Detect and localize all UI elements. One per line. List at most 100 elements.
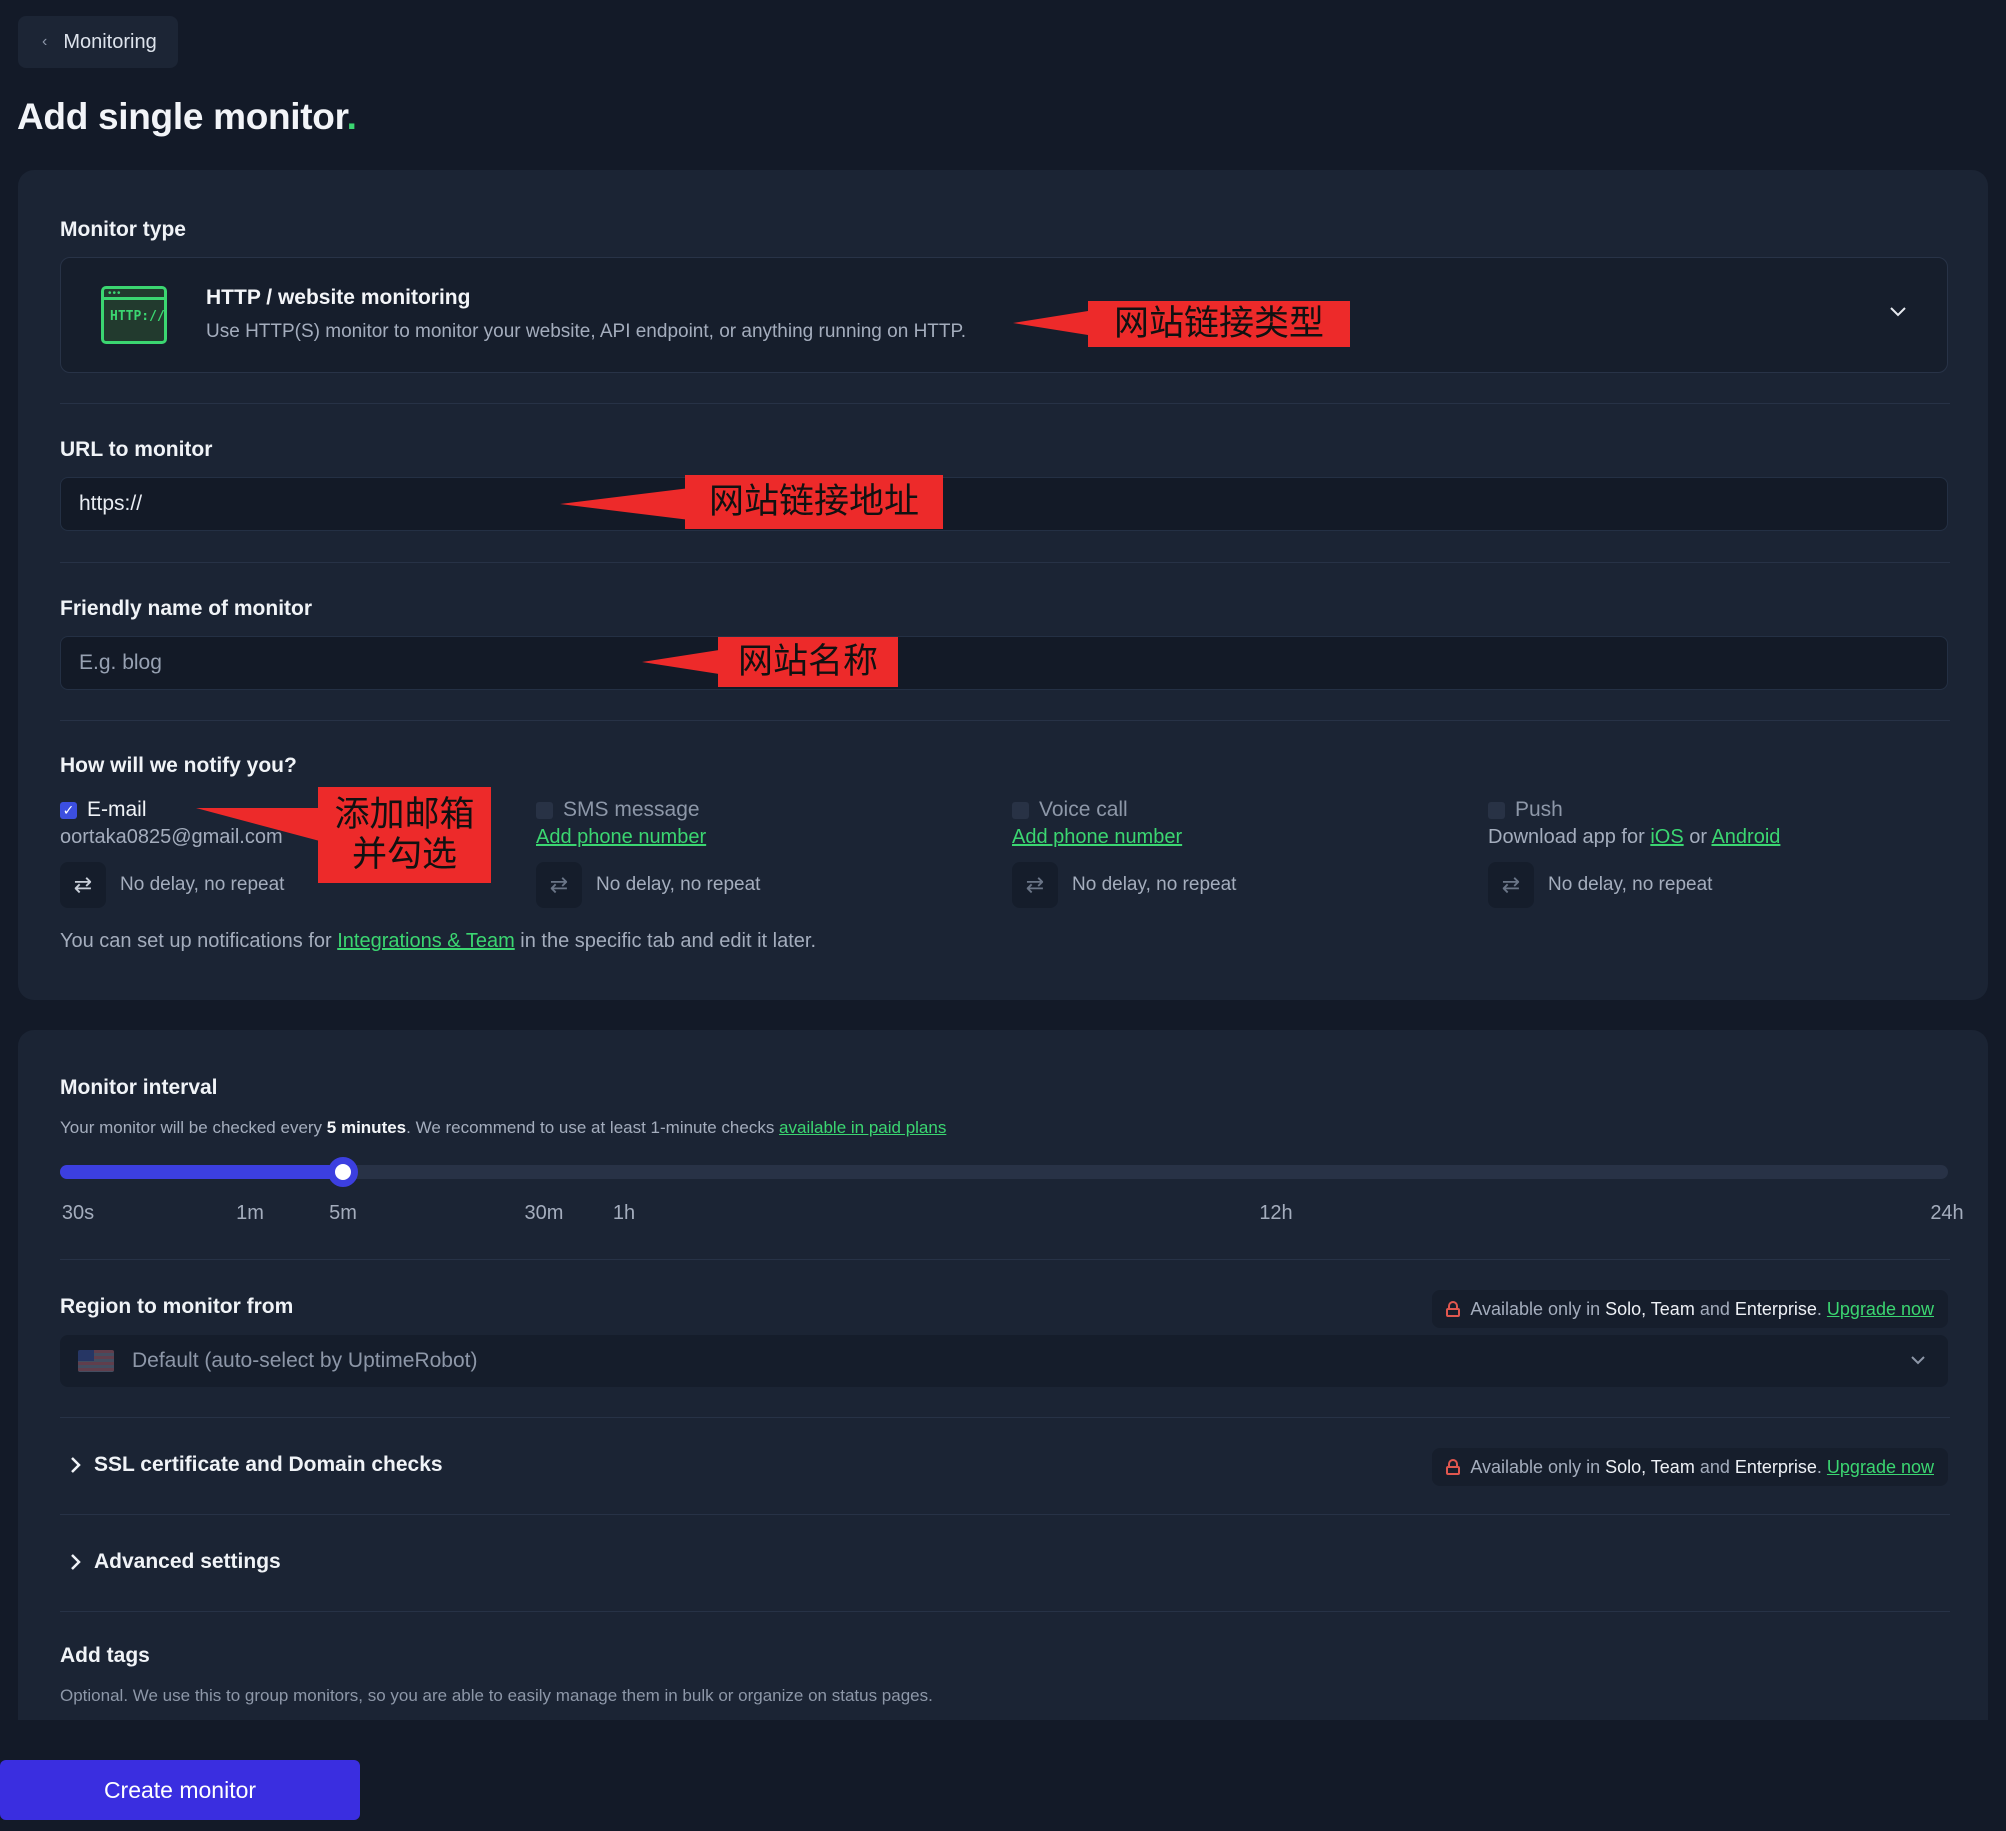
email-repeat-text: No delay, no repeat: [120, 874, 285, 895]
repeat-icon[interactable]: ⇄: [1012, 862, 1058, 908]
email-checkbox[interactable]: ✓: [60, 801, 77, 819]
back-button[interactable]: ‹ Monitoring: [18, 16, 178, 68]
notify-sms: SMS message Add phone number ⇄ No delay,…: [536, 796, 760, 908]
create-monitor-button[interactable]: Create monitor: [0, 1760, 360, 1820]
sms-add-phone-link[interactable]: Add phone number: [536, 826, 706, 848]
advanced-section-toggle[interactable]: Advanced settings: [70, 1550, 281, 1574]
region-select[interactable]: Default (auto-select by UptimeRobot): [60, 1335, 1948, 1387]
upgrade-now-link[interactable]: Upgrade now: [1827, 1299, 1934, 1319]
badge-prefix: Available only in: [1470, 1298, 1606, 1319]
interval-tick[interactable]: 30s: [62, 1202, 94, 1225]
divider: [60, 1514, 1950, 1515]
repeat-icon[interactable]: ⇄: [1488, 862, 1534, 908]
ssl-section-toggle[interactable]: SSL certificate and Domain checks: [70, 1453, 443, 1477]
repeat-icon[interactable]: ⇄: [60, 862, 106, 908]
notify-push: Push Download app for iOS or Android ⇄ N…: [1488, 796, 1780, 908]
notify-voice: Voice call Add phone number ⇄ No delay, …: [1012, 796, 1236, 908]
interval-text-mid: . We recommend to use at least 1-minute …: [406, 1118, 780, 1137]
http-icon-text: HTTP://: [110, 309, 165, 324]
url-input[interactable]: https://: [60, 477, 1948, 531]
badge-dot: .: [1816, 1298, 1827, 1319]
page: ‹ Monitoring Add single monitor. Monitor…: [0, 0, 2006, 1831]
url-label: URL to monitor: [60, 438, 213, 461]
url-input-value: https://: [79, 492, 143, 515]
interval-text-bold: 5 minutes: [326, 1118, 407, 1137]
chevron-down-icon: [1890, 307, 1906, 317]
badge-plan2: Enterprise: [1734, 1298, 1817, 1319]
badge-and: and: [1694, 1456, 1735, 1477]
paid-plans-link[interactable]: available in paid plans: [779, 1118, 946, 1137]
notify-label: How will we notify you?: [60, 754, 297, 777]
monitor-type-label: Monitor type: [60, 218, 186, 241]
divider: [60, 1259, 1950, 1260]
helper-suffix: in the specific tab and edit it later.: [514, 930, 817, 952]
badge-plan1: Solo, Team: [1605, 1456, 1695, 1477]
voice-checkbox[interactable]: [1012, 801, 1029, 819]
annotation-url: 网站链接地址: [685, 475, 943, 529]
ssl-upgrade-badge: Available only in Solo, Team and Enterpr…: [1432, 1448, 1948, 1486]
divider: [60, 403, 1950, 404]
monitor-type-description: Use HTTP(S) monitor to monitor your webs…: [206, 321, 966, 342]
voice-label: Voice call: [1039, 798, 1128, 821]
http-icon: ••• HTTP://: [101, 286, 167, 344]
annotation-email: 添加邮箱 并勾选: [318, 787, 491, 883]
annotation-email-line1: 添加邮箱: [334, 794, 475, 835]
ios-link[interactable]: iOS: [1650, 826, 1683, 848]
annotation-email-line2: 并勾选: [351, 835, 457, 875]
monitor-type-select[interactable]: ••• HTTP:// HTTP / website monitoring Us…: [60, 257, 1948, 373]
chevron-left-icon: ‹: [42, 33, 48, 50]
push-checkbox[interactable]: [1488, 801, 1505, 819]
region-label: Region to monitor from: [60, 1295, 294, 1318]
interval-tick[interactable]: 30m: [525, 1202, 564, 1225]
chevron-right-icon: [71, 1457, 81, 1473]
push-label: Push: [1515, 798, 1563, 821]
page-title-text: Add single monitor: [17, 96, 347, 137]
annotation-arrow: [560, 488, 690, 520]
chevron-down-icon: [1911, 1356, 1925, 1365]
integrations-team-link[interactable]: Integrations & Team: [337, 930, 515, 952]
tags-label: Add tags: [60, 1644, 150, 1667]
interval-text-prefix: Your monitor will be checked every: [60, 1118, 327, 1137]
notify-helper-text: You can set up notifications for Integra…: [60, 930, 816, 953]
sms-checkbox[interactable]: [536, 801, 553, 819]
android-link[interactable]: Android: [1711, 826, 1780, 848]
friendly-name-input[interactable]: E.g. blog: [60, 636, 1948, 690]
advanced-label: Advanced settings: [94, 1550, 281, 1573]
ssl-label: SSL certificate and Domain checks: [94, 1453, 443, 1476]
monitor-details-card: Monitor type ••• HTTP:// HTTP / website …: [18, 170, 1988, 1000]
monitor-type-title: HTTP / website monitoring: [206, 286, 471, 309]
voice-add-phone-link[interactable]: Add phone number: [1012, 826, 1182, 848]
friendly-name-placeholder: E.g. blog: [79, 651, 162, 674]
interval-tick[interactable]: 1m: [236, 1202, 264, 1225]
voice-repeat-text: No delay, no repeat: [1072, 874, 1237, 895]
monitor-settings-card: Monitor interval Your monitor will be ch…: [18, 1030, 1988, 1720]
interval-slider-thumb[interactable]: [328, 1157, 359, 1187]
badge-prefix: Available only in: [1470, 1456, 1606, 1477]
helper-prefix: You can set up notifications for: [60, 930, 338, 952]
back-label: Monitoring: [63, 30, 157, 53]
annotation-type: 网站链接类型: [1088, 301, 1350, 347]
badge-dot: .: [1816, 1456, 1827, 1477]
lock-icon: [1446, 1301, 1461, 1317]
repeat-icon[interactable]: ⇄: [536, 862, 582, 908]
divider: [60, 1611, 1950, 1612]
interval-slider-fill: [60, 1165, 344, 1179]
interval-tick[interactable]: 12h: [1259, 1202, 1292, 1225]
chevron-right-icon: [71, 1554, 81, 1570]
create-monitor-label: Create monitor: [103, 1776, 257, 1803]
push-or-text: or: [1683, 826, 1712, 848]
email-label: E-mail: [87, 798, 147, 821]
interval-text: Your monitor will be checked every 5 min…: [60, 1118, 946, 1138]
interval-tick[interactable]: 5m: [329, 1202, 357, 1225]
upgrade-now-link[interactable]: Upgrade now: [1827, 1457, 1934, 1477]
region-upgrade-badge: Available only in Solo, Team and Enterpr…: [1432, 1290, 1948, 1328]
badge-and: and: [1694, 1298, 1735, 1319]
page-title: Add single monitor.: [17, 96, 357, 138]
interval-tick[interactable]: 24h: [1930, 1202, 1963, 1225]
annotation-name: 网站名称: [718, 637, 898, 687]
region-value: Default (auto-select by UptimeRobot): [132, 1349, 478, 1372]
lock-icon: [1446, 1459, 1461, 1475]
interval-tick[interactable]: 1h: [613, 1202, 635, 1225]
tags-description: Optional. We use this to group monitors,…: [60, 1686, 933, 1705]
interval-slider[interactable]: [60, 1157, 1948, 1187]
